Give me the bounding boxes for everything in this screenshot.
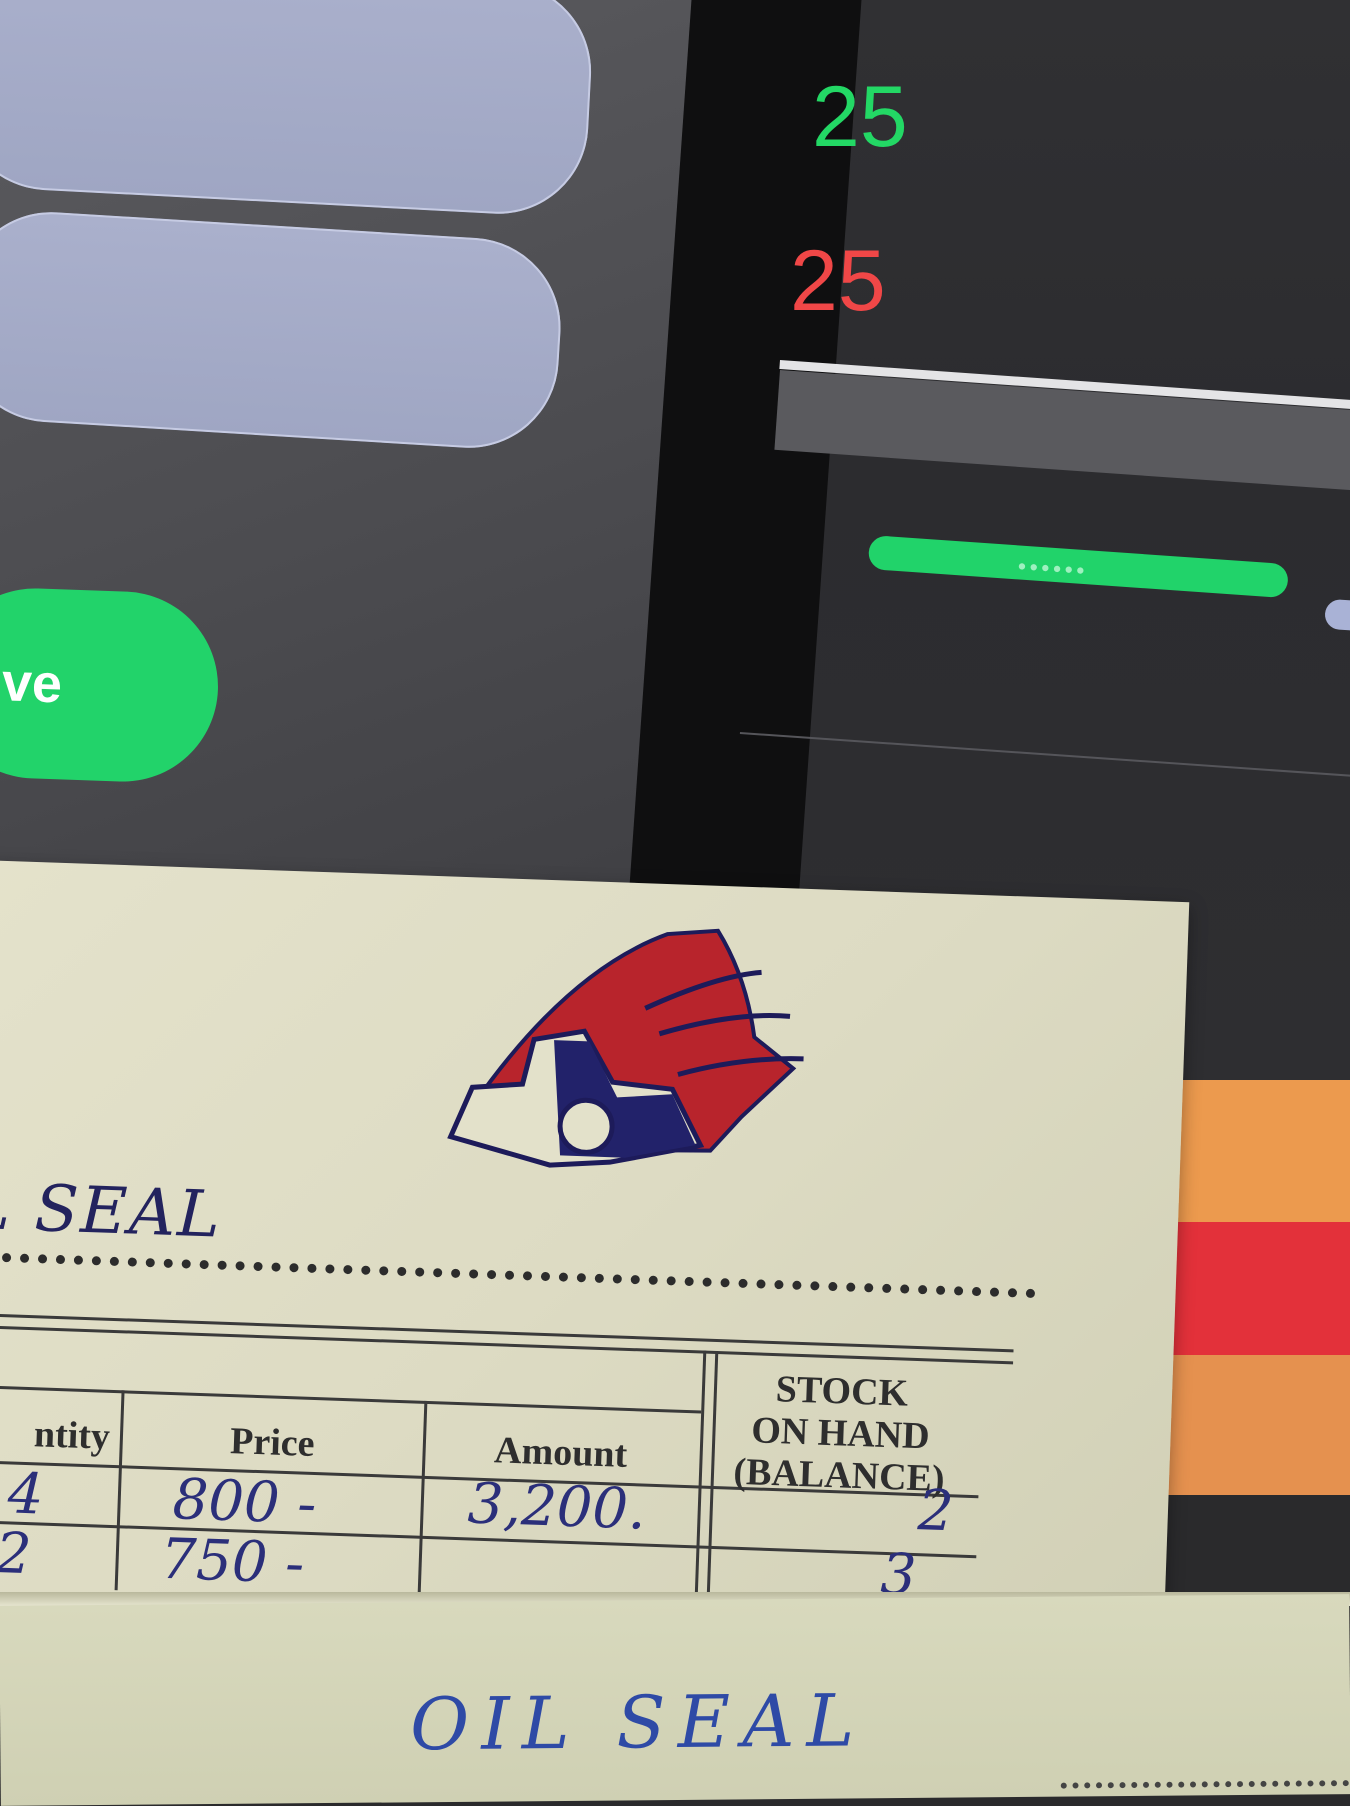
- dotted-rule: [0, 1251, 1036, 1299]
- row1-price: 800 -: [171, 1467, 318, 1538]
- header-price: Price: [229, 1420, 316, 1466]
- envelope: OIL SEAL: [0, 1594, 1350, 1806]
- row2-price: 750 -: [159, 1526, 306, 1597]
- column-line: [706, 1350, 719, 1611]
- header-quantity: ntity: [33, 1413, 111, 1458]
- seal-drawing-icon: [447, 928, 804, 1168]
- envelope-label: OIL SEAL: [409, 1678, 867, 1767]
- value-positive: 25: [812, 69, 908, 165]
- row1-balance: 2: [916, 1478, 955, 1545]
- item-name: L SEAL: [0, 1169, 224, 1253]
- column-line: [114, 1390, 125, 1591]
- save-button-label: ve: [0, 652, 64, 715]
- text-input-1[interactable]: [0, 0, 596, 219]
- progress-dots: ••••••: [1017, 553, 1090, 584]
- value-negative: 25: [790, 233, 886, 329]
- row1-quantity: 4: [6, 1461, 45, 1528]
- envelope-dotted-rule: [1060, 1780, 1350, 1789]
- row2-quantity: 2: [0, 1520, 33, 1588]
- column-line: [694, 1350, 707, 1611]
- stock-card: L SEAL ntity Price Amount STOCK ON HAND …: [0, 860, 1190, 1662]
- header-amount: Amount: [493, 1429, 628, 1476]
- row1-amount: 3,200.: [466, 1471, 647, 1543]
- text-input-2[interactable]: [0, 206, 566, 454]
- header-row-line: [0, 1384, 702, 1414]
